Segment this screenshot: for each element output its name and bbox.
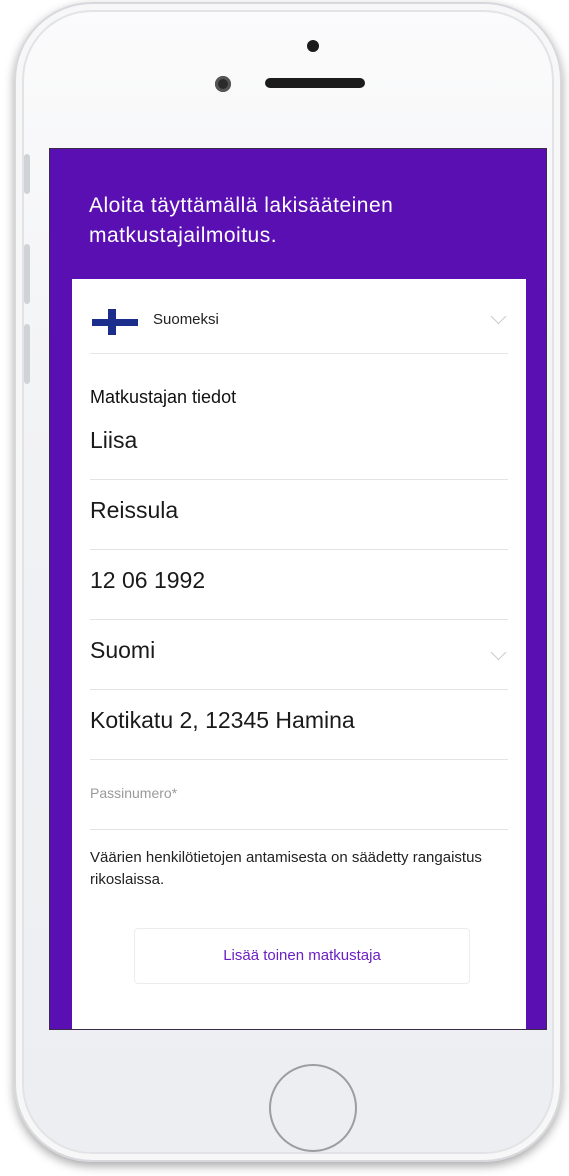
first-name-value: Liisa (90, 427, 138, 453)
address-field[interactable]: Kotikatu 2, 12345 Hamina (90, 689, 508, 760)
language-label: Suomeksi (153, 311, 219, 328)
passport-placeholder: Passinumero* (90, 785, 178, 801)
volume-up-button (24, 244, 30, 304)
proximity-sensor (307, 40, 319, 52)
front-camera-icon (215, 76, 231, 92)
form-card: Suomeksi Matkustajan tiedot Liisa Reissu… (72, 279, 526, 1029)
last-name-field[interactable]: Reissula (90, 479, 508, 550)
language-selector[interactable]: Suomeksi (90, 297, 508, 354)
chevron-down-icon (490, 644, 507, 661)
birth-date-value: 12 06 1992 (90, 567, 206, 593)
mute-switch (24, 154, 30, 194)
legal-notice: Väärien henkilötietojen antamisesta on s… (90, 849, 482, 888)
last-name-value: Reissula (90, 497, 179, 523)
home-button[interactable] (269, 1064, 357, 1152)
country-value: Suomi (90, 637, 156, 663)
app-screen: Aloita täyttämällä lakisääteinen matkust… (49, 148, 547, 1030)
finland-flag-icon (92, 309, 138, 335)
section-title: Matkustajan tiedot (90, 387, 237, 407)
chevron-down-icon (490, 308, 507, 325)
birth-date-field[interactable]: 12 06 1992 (90, 549, 508, 620)
address-value: Kotikatu 2, 12345 Hamina (90, 707, 355, 733)
country-select[interactable]: Suomi (90, 619, 508, 690)
earpiece-speaker (265, 78, 365, 88)
add-traveler-button[interactable]: Lisää toinen matkustaja (134, 928, 470, 984)
first-name-field[interactable]: Liisa (90, 409, 508, 480)
passport-number-field[interactable]: Passinumero* (90, 759, 508, 830)
volume-down-button (24, 324, 30, 384)
page-title: Aloita täyttämällä lakisääteinen matkust… (89, 194, 394, 247)
